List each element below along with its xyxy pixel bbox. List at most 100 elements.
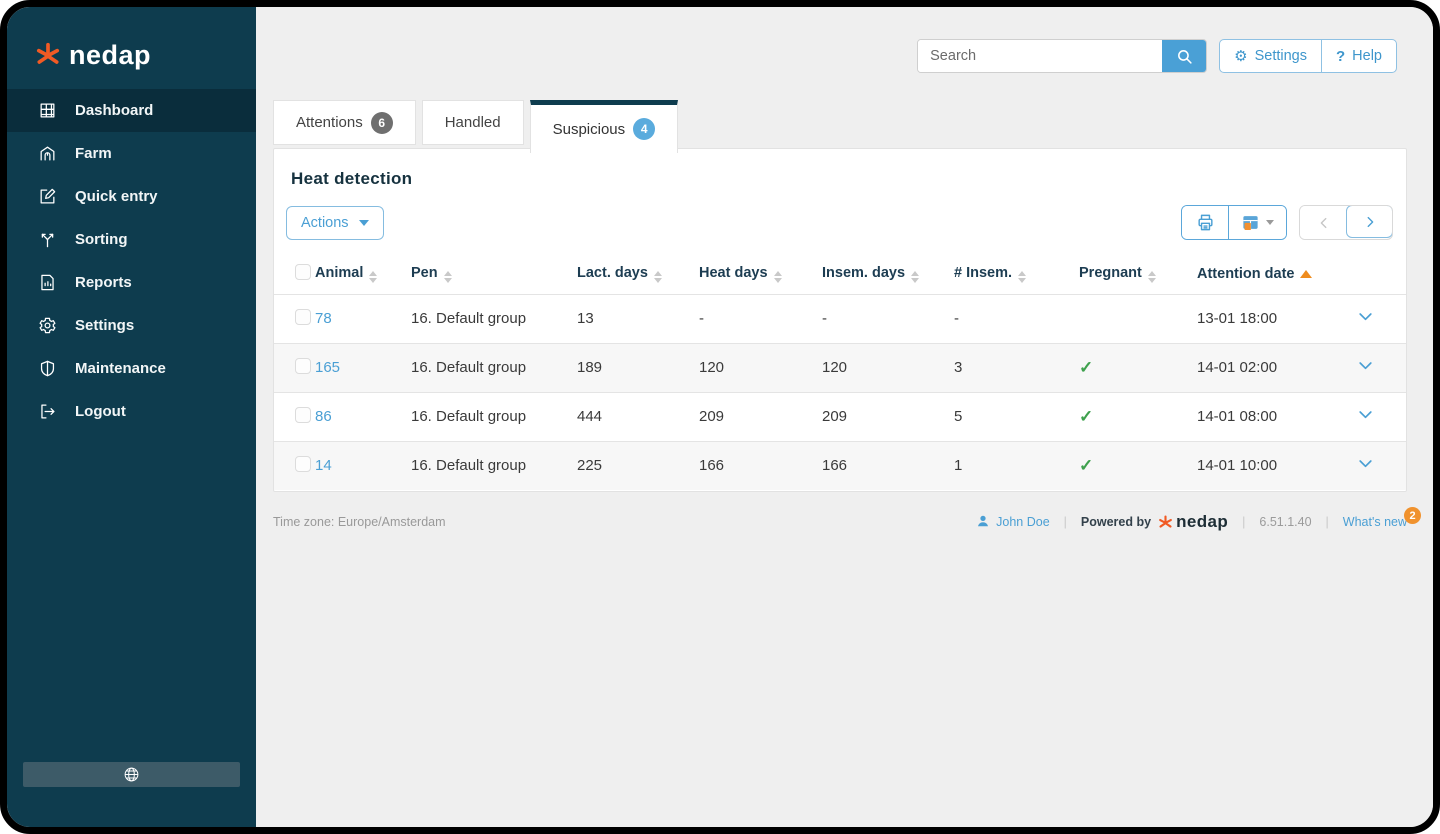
animal-link[interactable]: 165	[315, 359, 340, 376]
sidebar-item-label: Logout	[75, 403, 126, 420]
actions-dropdown-button[interactable]: Actions	[286, 205, 384, 240]
version-label: 6.51.1.40	[1259, 515, 1312, 529]
sidebar-item-sorting[interactable]: Sorting	[7, 218, 256, 261]
lact-days-cell: 225	[577, 457, 603, 475]
animal-link[interactable]: 86	[315, 408, 332, 425]
tab-suspicious[interactable]: Suspicious 4	[529, 100, 679, 153]
sidebar-item-label: Maintenance	[75, 360, 166, 377]
help-button[interactable]: ? Help	[1321, 40, 1396, 72]
column-header-heat-days[interactable]: Heat days	[695, 254, 818, 294]
whats-new-link[interactable]: What's new 2	[1343, 507, 1421, 529]
sort-icon	[911, 270, 920, 283]
grid-icon	[37, 101, 57, 121]
tab-badge: 6	[370, 111, 393, 134]
tab-label: Handled	[444, 114, 501, 131]
sidebar-item-dashboard[interactable]: Dashboard	[7, 89, 256, 132]
gears-icon: ⚙	[1234, 47, 1248, 65]
sidebar-item-farm[interactable]: Farm	[7, 132, 256, 175]
nedap-star-icon	[36, 42, 60, 64]
export-table-button[interactable]	[1228, 206, 1286, 239]
sidebar-item-quick-entry[interactable]: Quick entry	[7, 175, 256, 218]
pencil-square-icon	[37, 187, 57, 207]
sidebar-item-reports[interactable]: Reports	[7, 261, 256, 304]
export-button-group	[1181, 205, 1287, 240]
tab-handled[interactable]: Handled	[421, 100, 524, 145]
animal-link[interactable]: 78	[315, 310, 332, 327]
sidebar-item-label: Reports	[75, 274, 132, 291]
search-box	[917, 39, 1208, 73]
chevron-down-icon	[1266, 220, 1274, 225]
table-row: 165 16. Default group 189 120 120 3 ✓ 14…	[274, 343, 1406, 392]
column-header-insem-days[interactable]: Insem. days	[818, 254, 950, 294]
sort-icon	[1147, 270, 1156, 283]
previous-page-button[interactable]	[1300, 206, 1347, 239]
sidebar-item-maintenance[interactable]: Maintenance	[7, 347, 256, 390]
animal-link[interactable]: 14	[315, 457, 332, 474]
user-menu[interactable]: John Doe	[976, 514, 1050, 531]
main-area: ⚙ Settings ? Help Attentions 6 Handled S…	[256, 7, 1433, 827]
heat-days-cell: 209	[699, 408, 725, 425]
attention-date-cell: 14-01 10:00	[1197, 457, 1278, 475]
sidebar-item-logout[interactable]: Logout	[7, 390, 256, 433]
row-checkbox[interactable]	[295, 455, 311, 472]
sidebar-nav: Dashboard Farm Quick entry Sorting Repor…	[7, 89, 256, 433]
chevron-left-icon	[1320, 217, 1326, 228]
row-checkbox[interactable]	[295, 406, 311, 423]
search-button[interactable]	[1162, 40, 1207, 72]
sidebar-item-label: Quick entry	[75, 188, 158, 205]
brand-name: nedap	[69, 39, 152, 70]
header-button-group: ⚙ Settings ? Help	[1219, 39, 1397, 73]
row-checkbox[interactable]	[295, 308, 311, 325]
language-selector[interactable]	[23, 762, 240, 787]
attention-date-cell: 13-01 18:00	[1197, 310, 1278, 327]
table-row: 14 16. Default group 225 166 166 1 ✓ 14-…	[274, 441, 1406, 490]
sidebar-item-label: Sorting	[75, 231, 128, 248]
tab-bar: Attentions 6 Handled Suspicious 4	[273, 100, 679, 153]
sidebar-item-settings[interactable]: Settings	[7, 304, 256, 347]
toolbar: Actions	[274, 189, 1406, 254]
help-button-label: Help	[1352, 48, 1382, 64]
heat-days-cell: 120	[699, 359, 725, 376]
column-header-num-insem[interactable]: # Insem.	[950, 254, 1075, 294]
settings-button[interactable]: ⚙ Settings	[1220, 40, 1321, 72]
timezone-label: Time zone: Europe/Amsterdam	[273, 515, 446, 529]
column-header-animal[interactable]: Animal	[311, 254, 407, 294]
tab-attentions[interactable]: Attentions 6	[273, 100, 416, 145]
lact-days-cell: 189	[577, 359, 603, 376]
num-insem-cell: 3	[954, 359, 963, 376]
user-name: John Doe	[996, 515, 1050, 529]
table-row: 86 16. Default group 444 209 209 5 ✓ 14-…	[274, 392, 1406, 441]
attention-date-cell: 14-01 02:00	[1197, 359, 1278, 376]
num-insem-cell: 1	[954, 457, 963, 475]
next-page-button[interactable]	[1346, 206, 1392, 238]
row-expand-chevron-icon[interactable]	[1357, 459, 1374, 476]
sidebar-item-label: Farm	[75, 145, 112, 162]
insem-days-cell: -	[822, 310, 827, 327]
pagination-group	[1299, 205, 1393, 240]
sort-icon	[443, 270, 452, 283]
num-insem-cell: -	[954, 310, 959, 327]
sort-ascending-icon	[1300, 269, 1313, 278]
row-expand-chevron-icon[interactable]	[1357, 410, 1374, 427]
column-header-lact-days[interactable]: Lact. days	[573, 254, 695, 294]
select-all-checkbox[interactable]	[295, 263, 311, 280]
nedap-star-icon	[1159, 515, 1172, 528]
document-chart-icon	[37, 273, 57, 293]
row-checkbox[interactable]	[295, 357, 311, 374]
pen-cell: 16. Default group	[411, 310, 527, 327]
print-button[interactable]	[1182, 206, 1228, 239]
powered-by: Powered by nedap	[1080, 512, 1229, 531]
barn-icon	[37, 144, 57, 164]
app-window: nedap Dashboard Farm Quick entry Sorting…	[0, 0, 1440, 834]
settings-button-label: Settings	[1254, 48, 1307, 64]
insem-days-cell: 209	[822, 408, 848, 425]
column-header-pregnant[interactable]: Pregnant	[1075, 254, 1193, 294]
question-icon: ?	[1336, 47, 1346, 65]
column-header-attention-date[interactable]: Attention date	[1193, 254, 1353, 294]
search-input[interactable]	[918, 40, 1163, 72]
row-expand-chevron-icon[interactable]	[1357, 312, 1374, 329]
row-expand-chevron-icon[interactable]	[1357, 361, 1374, 378]
sidebar: nedap Dashboard Farm Quick entry Sorting…	[7, 7, 256, 827]
heat-days-cell: -	[699, 310, 704, 327]
column-header-pen[interactable]: Pen	[407, 254, 573, 294]
